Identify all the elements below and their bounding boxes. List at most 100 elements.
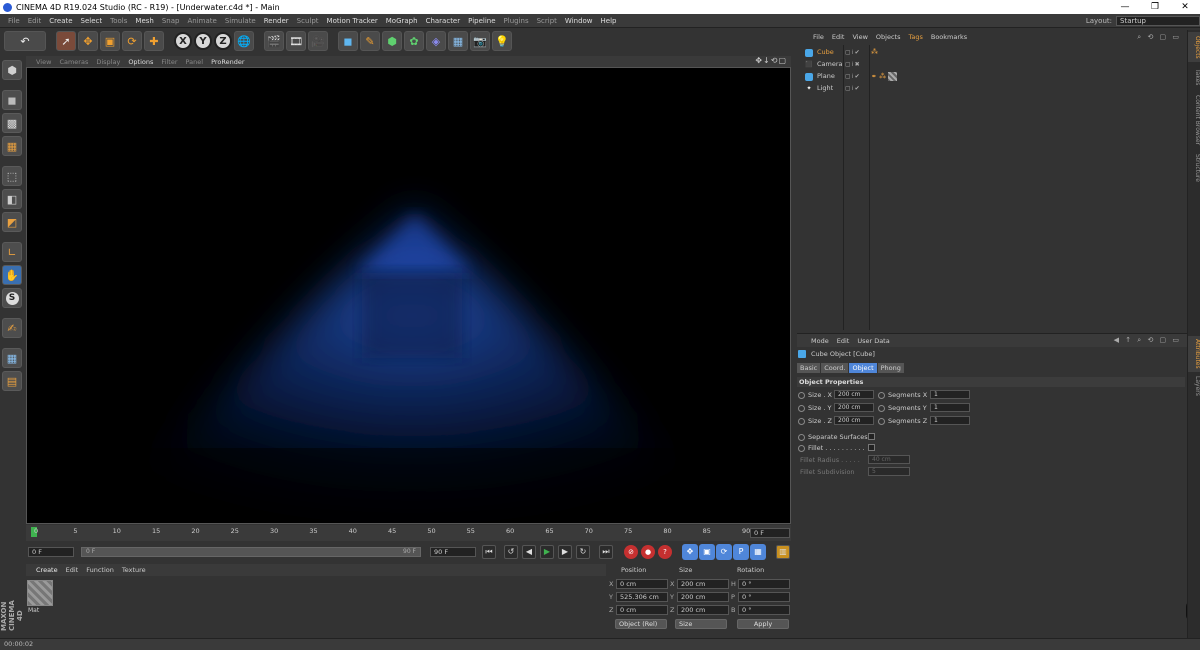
attr-menu-user-data[interactable]: User Data xyxy=(853,337,893,345)
snap-button[interactable]: S xyxy=(2,288,22,308)
objects-menu-tags[interactable]: Tags xyxy=(904,33,926,41)
edges-mode-button[interactable]: ◧ xyxy=(2,189,22,209)
deformer-button[interactable]: ◈ xyxy=(426,31,446,51)
animate-radio-icon[interactable] xyxy=(878,404,885,412)
go-to-start-button[interactable]: ⏮ xyxy=(482,545,496,559)
tab-attributes[interactable]: Attributes xyxy=(1188,336,1200,372)
menu-file[interactable]: File xyxy=(4,17,24,25)
x-axis-lock-button[interactable]: X xyxy=(174,32,192,50)
record-pla-button[interactable]: ▦ xyxy=(750,544,766,560)
render-view-button[interactable]: 🎬 xyxy=(264,31,284,51)
rotate-tool-button[interactable]: ⟳ xyxy=(122,31,142,51)
layout-select[interactable]: Startup xyxy=(1116,16,1200,26)
objects-menu-bookmarks[interactable]: Bookmarks xyxy=(927,33,971,41)
object-name-light[interactable]: Light xyxy=(817,84,833,92)
coords-mode-select[interactable]: Object (Rel) xyxy=(615,619,667,629)
menu-pipeline[interactable]: Pipeline xyxy=(464,17,499,25)
record-rotation-button[interactable]: ⟳ xyxy=(716,544,732,560)
object-row-plane[interactable]: Plane ▢⁞✔ ⚭ ⁂ xyxy=(797,71,1187,83)
objects-menu-edit[interactable]: Edit xyxy=(828,33,849,41)
menu-render[interactable]: Render xyxy=(260,17,293,25)
size-y-field[interactable]: 200 cm xyxy=(834,403,874,412)
tab-structure[interactable]: Structure xyxy=(1188,150,1200,186)
material-menu-function[interactable]: Function xyxy=(82,566,118,574)
coords-rot-b-field[interactable]: 0 ° xyxy=(738,605,790,615)
model-mode-button[interactable]: ◼ xyxy=(2,90,22,110)
viewport-menu-panel[interactable]: Panel xyxy=(182,58,208,66)
attr-nav-icons[interactable]: ◀ ↑ ⌕ ⟲ ▢ ▭ xyxy=(1114,336,1181,345)
cube-tag-icon[interactable]: ⁂ xyxy=(871,48,878,56)
maximize-button[interactable]: ❐ xyxy=(1140,0,1170,14)
viewport-nav-icons[interactable]: ✥↓⟲▢ xyxy=(755,56,787,65)
timeline-current-frame[interactable]: 0 F xyxy=(750,528,790,538)
scale-tool-button[interactable]: ▣ xyxy=(100,31,120,51)
menu-create[interactable]: Create xyxy=(45,17,76,25)
make-editable-button[interactable]: ⬢ xyxy=(2,60,22,80)
visibility-flags-icon[interactable]: ▢⁞✖ xyxy=(845,61,861,68)
record-parameter-button[interactable]: P xyxy=(733,544,749,560)
menu-edit[interactable]: Edit xyxy=(24,17,46,25)
objects-menu-file[interactable]: File xyxy=(809,33,828,41)
cube-object-button[interactable]: ◼ xyxy=(338,31,358,51)
move-tool-button[interactable]: ✥ xyxy=(78,31,98,51)
coords-size-x-field[interactable]: 200 cm xyxy=(677,579,729,589)
segments-x-field[interactable]: 1 xyxy=(930,390,970,399)
camera-button[interactable]: 📷 xyxy=(470,31,490,51)
record-scale-button[interactable]: ▣ xyxy=(699,544,715,560)
y-axis-lock-button[interactable]: Y xyxy=(194,32,212,50)
coords-pos-y-field[interactable]: 525.306 cm xyxy=(616,592,668,602)
menu-motion-tracker[interactable]: Motion Tracker xyxy=(323,17,382,25)
objects-menu-objects[interactable]: Objects xyxy=(872,33,905,41)
viewport-menu-display[interactable]: Display xyxy=(92,58,124,66)
minimize-button[interactable]: — xyxy=(1110,0,1140,14)
planar-workplane-button[interactable]: ▤ xyxy=(2,371,22,391)
coords-pos-x-field[interactable]: 0 cm xyxy=(616,579,668,589)
previous-key-button[interactable]: ↺ xyxy=(504,545,518,559)
viewport-menu-cameras[interactable]: Cameras xyxy=(55,58,92,66)
menu-character[interactable]: Character xyxy=(422,17,465,25)
timeline-ruler[interactable]: 0 5 10 15 20 25 30 35 40 45 50 55 60 65 70 75 80 85 90 xyxy=(26,525,791,541)
object-name-camera[interactable]: Camera xyxy=(817,60,843,68)
subdivision-button[interactable]: ⬢ xyxy=(382,31,402,51)
polygons-mode-button[interactable]: ◩ xyxy=(2,212,22,232)
menu-select[interactable]: Select xyxy=(77,17,107,25)
viewport-menu-filter[interactable]: Filter xyxy=(157,58,181,66)
render-to-picture-viewer-button[interactable]: 🎞 xyxy=(286,31,306,51)
object-row-light[interactable]: ✦ Light ▢⁞✔ xyxy=(797,83,1187,95)
attr-tab-phong[interactable]: Phong xyxy=(877,363,904,373)
viewport-menu-prorender[interactable]: ProRender xyxy=(207,58,248,66)
fillet-subdivision-field[interactable]: 5 xyxy=(868,467,910,476)
coords-size-z-field[interactable]: 200 cm xyxy=(677,605,729,615)
object-name-plane[interactable]: Plane xyxy=(817,72,835,80)
texture-mode-button[interactable]: ▩ xyxy=(2,113,22,133)
object-manager-search-icon[interactable]: ⌕ ⟲ ▢ ▭ xyxy=(1137,33,1181,42)
timeline-scheme-button[interactable]: ▥ xyxy=(776,545,790,559)
material-tag-thumbnail[interactable] xyxy=(888,72,898,81)
frame-range-slider[interactable]: 0 F 90 F xyxy=(81,547,421,557)
viewport-menu-options[interactable]: Options xyxy=(124,58,157,66)
object-name-cube[interactable]: Cube xyxy=(817,48,834,56)
objects-menu-view[interactable]: View xyxy=(848,33,871,41)
start-frame-field[interactable]: 0 F xyxy=(28,547,74,557)
go-to-end-button[interactable]: ⏭ xyxy=(599,545,613,559)
visibility-flags-icon[interactable]: ▢⁞✔ xyxy=(845,49,861,56)
end-frame-field[interactable]: 90 F xyxy=(430,547,476,557)
undo-button[interactable]: ↶ xyxy=(4,31,46,51)
points-mode-button[interactable]: ⬚ xyxy=(2,166,22,186)
segments-z-field[interactable]: 1 xyxy=(930,416,970,425)
separate-surfaces-checkbox[interactable] xyxy=(868,433,875,440)
material-thumbnail[interactable] xyxy=(27,580,53,606)
object-row-cube[interactable]: Cube ▢⁞✔ ⁂ xyxy=(797,47,1187,59)
tab-takes[interactable]: Takes xyxy=(1188,66,1200,88)
last-tool-button[interactable]: ✚ xyxy=(144,31,164,51)
live-selection-button[interactable]: ➚ xyxy=(56,31,76,51)
attr-menu-mode[interactable]: Mode xyxy=(807,337,833,345)
tab-content-browser[interactable]: Content Browser xyxy=(1188,92,1200,148)
animate-radio-icon[interactable] xyxy=(798,444,805,452)
fillet-checkbox[interactable] xyxy=(868,444,875,451)
coords-rot-h-field[interactable]: 0 ° xyxy=(738,579,790,589)
menu-animate[interactable]: Animate xyxy=(183,17,220,25)
z-axis-lock-button[interactable]: Z xyxy=(214,32,232,50)
tab-objects[interactable]: Objects xyxy=(1188,32,1200,62)
animate-radio-icon[interactable] xyxy=(798,391,805,399)
